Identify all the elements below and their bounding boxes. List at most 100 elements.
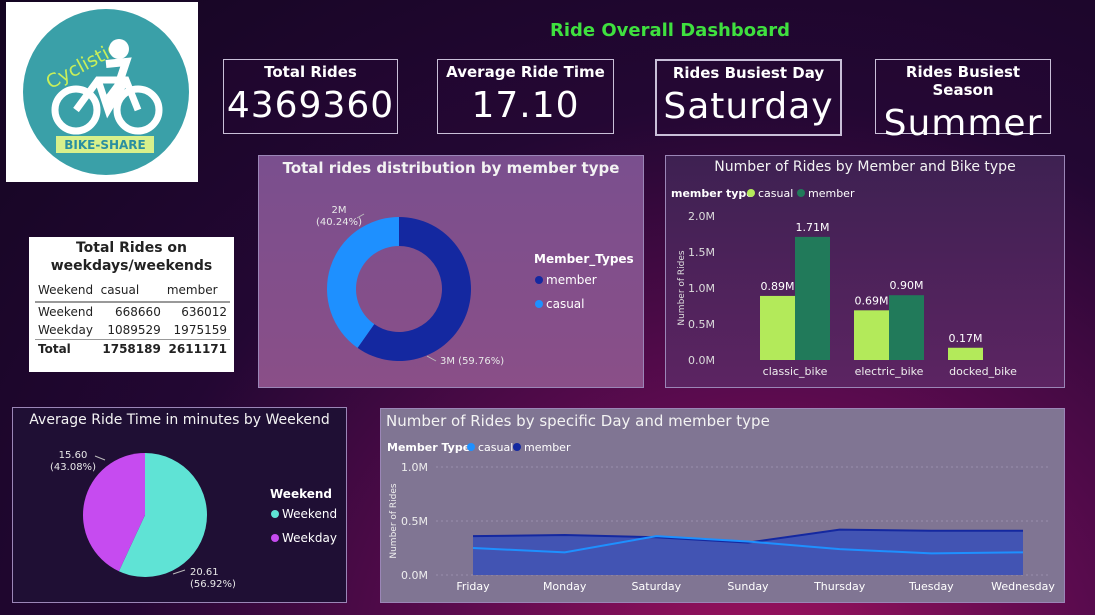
legend-item: casual <box>546 297 585 311</box>
table-cell: Weekend <box>38 305 94 319</box>
ride-time-pie-panel: Average Ride Time in minutes by Weekend … <box>12 407 347 603</box>
table-row: Weekday 1089529 1975159 <box>35 321 230 340</box>
slice-label: 3M (59.76%) <box>440 356 504 367</box>
x-tick-label: Sunday <box>727 580 769 593</box>
legend-item: casual <box>758 187 793 200</box>
legend-title: Member Type <box>387 441 470 454</box>
table-cell: 636012 <box>181 305 227 319</box>
kpi-value: Saturday <box>663 86 834 127</box>
bar-casual-electric_bike <box>854 310 889 360</box>
weekday-weekend-table: Total Rides on weekdays/weekends Weekend… <box>29 237 234 372</box>
table-row: Weekend 668660 636012 <box>35 302 230 321</box>
x-tick-label: Tuesday <box>908 580 954 593</box>
cyclistic-logo: Cyclistic BIKE-SHARE <box>6 2 198 182</box>
x-tick-label: Friday <box>456 580 490 593</box>
y-tick-label: 0.0M <box>401 569 428 582</box>
pie-chart: 20.61 (56.92%) 15.60 (43.08%) Weekend Weekend… <box>50 450 337 590</box>
kpi-value: Summer <box>883 103 1043 144</box>
kpi-label: Average Ride Time <box>446 63 605 81</box>
dashboard-title: Ride Overall Dashboard <box>549 20 791 41</box>
logo-bottom-text: BIKE-SHARE <box>64 138 146 152</box>
area-chart: 0.0M 0.5M 1.0MNumber of Rides Member Type ca… <box>387 441 1055 593</box>
x-tick-label: docked_bike <box>949 365 1017 378</box>
legend-marker <box>271 510 279 518</box>
legend-item: member <box>524 441 571 454</box>
rides-table: Weekend casual member Weekend 668660 636… <box>35 281 230 358</box>
x-tick-label: electric_bike <box>855 365 924 378</box>
y-tick-label: 1.0M <box>401 461 428 474</box>
y-tick-label: 1.5M <box>688 246 715 259</box>
legend-marker <box>513 443 521 451</box>
table-header[interactable]: casual <box>97 281 164 303</box>
bar-data-label: 0.90M <box>890 279 924 292</box>
legend-marker <box>271 534 279 542</box>
slice-label: 15.60 (43.08%) <box>50 450 96 473</box>
table-title-line2: weekdays/weekends <box>50 258 213 274</box>
table-title-line1: Total Rides on <box>75 240 187 256</box>
slice-label: 2M (40.24%) <box>316 205 362 228</box>
table-cell: 1975159 <box>173 323 227 337</box>
kpi-total-rides: Total Rides 4369360 <box>223 59 398 134</box>
x-tick-label: Thursday <box>813 580 866 593</box>
legend-item: member <box>808 187 855 200</box>
table-cell: 1758189 <box>97 339 164 358</box>
legend-title: member type <box>671 187 754 200</box>
bar-data-label: 0.17M <box>949 332 983 345</box>
legend-title: Member_Types <box>534 252 634 267</box>
rider-head-icon <box>109 39 129 59</box>
table-cell: 1089529 <box>107 323 161 337</box>
table-cell: 2611171 <box>163 339 230 358</box>
bar-data-label: 1.71M <box>796 221 830 234</box>
legend-marker <box>535 276 543 284</box>
bar-chart: 0.0M 0.5M 1.0M 1.5M 2.0M Number of Rides membe… <box>671 187 1017 378</box>
table-total-row: Total 1758189 2611171 <box>35 339 230 358</box>
y-tick-label: 0.5M <box>401 515 428 528</box>
y-axis-label: Number of Rides <box>677 250 687 326</box>
kpi-average-ride-time: Average Ride Time 17.10 <box>437 59 614 134</box>
slice-label: 20.61 (56.92%) <box>190 567 236 590</box>
member-type-donut-panel: Total rides distribution by member type … <box>258 155 644 388</box>
x-tick-label: Saturday <box>632 580 682 593</box>
kpi-value: 17.10 <box>471 85 580 126</box>
table-cell: Weekday <box>38 323 93 337</box>
y-tick-label: 0.0M <box>688 354 715 367</box>
x-tick-label: Monday <box>543 580 587 593</box>
y-tick-label: 1.0M <box>688 282 715 295</box>
legend-title: Weekend <box>270 487 332 501</box>
table-cell: 668660 <box>115 305 161 319</box>
y-tick-label: 0.5M <box>688 318 715 331</box>
legend-item: member <box>546 273 597 287</box>
bar-casual-classic_bike <box>760 295 795 360</box>
y-tick-label: 2.0M <box>688 210 715 223</box>
day-member-area-panel: Number of Rides by specific Day and memb… <box>380 408 1065 603</box>
kpi-label: Rides Busiest Day <box>672 64 825 82</box>
x-tick-label: classic_bike <box>763 365 828 378</box>
legend-item: casual <box>478 441 513 454</box>
table-header[interactable]: member <box>163 281 230 303</box>
legend-item: Weekend <box>282 507 337 521</box>
kpi-label: Rides Busiest Season <box>905 63 1021 99</box>
table-title: Total Rides on weekdays/weekends <box>29 239 234 275</box>
donut-chart: 3M (59.76%) 2M (40.24%) Member_Typesmember c… <box>316 205 634 367</box>
kpi-busiest-day: Rides Busiest Day Saturday <box>655 59 842 136</box>
bar-data-label: 0.89M <box>761 280 795 293</box>
bike-type-bar-panel: Number of Rides by Member and Bike type … <box>665 155 1065 388</box>
table-header[interactable]: Weekend <box>35 281 98 303</box>
kpi-busiest-season: Rides Busiest Season Summer <box>875 59 1051 144</box>
table-cell: Total <box>35 339 98 358</box>
bar-member-classic_bike <box>795 236 830 360</box>
bar-data-label: 0.69M <box>855 294 889 307</box>
x-tick-label: Wednesday <box>991 580 1055 593</box>
y-axis-label: Number of Rides <box>389 483 399 559</box>
kpi-label: Total Rides <box>264 63 357 81</box>
legend-marker <box>467 443 475 451</box>
bar-casual-docked_bike <box>948 347 983 360</box>
legend-marker <box>535 300 543 308</box>
legend-item: Weekday <box>282 531 337 545</box>
bar-member-electric_bike <box>889 295 924 360</box>
legend-marker <box>747 189 755 197</box>
kpi-value: 4369360 <box>226 85 395 126</box>
legend-marker <box>797 189 805 197</box>
table-header-row: Weekend casual member <box>35 281 230 303</box>
donut-slice-casual <box>327 217 399 348</box>
